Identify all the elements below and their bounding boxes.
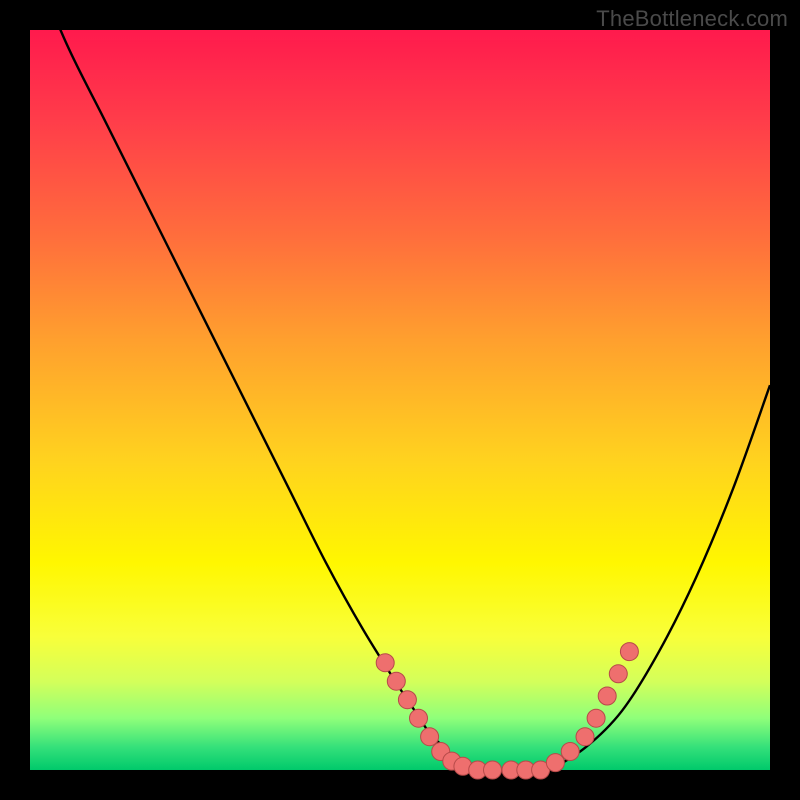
highlight-dot xyxy=(410,709,428,727)
chart-frame: TheBottleneck.com xyxy=(0,0,800,800)
highlight-dot xyxy=(561,743,579,761)
highlight-dot xyxy=(576,728,594,746)
highlight-dot xyxy=(398,691,416,709)
highlight-dot xyxy=(376,654,394,672)
highlight-dot xyxy=(620,643,638,661)
highlight-dots xyxy=(376,643,638,779)
highlight-dot xyxy=(387,672,405,690)
highlight-dot xyxy=(587,709,605,727)
bottleneck-curve xyxy=(30,0,770,772)
watermark-text: TheBottleneck.com xyxy=(596,6,788,32)
plot-area xyxy=(30,30,770,770)
highlight-dot xyxy=(546,754,564,772)
highlight-dot xyxy=(484,761,502,779)
highlight-dot xyxy=(598,687,616,705)
highlight-dot xyxy=(609,665,627,683)
highlight-dot xyxy=(421,728,439,746)
chart-svg xyxy=(30,30,770,770)
